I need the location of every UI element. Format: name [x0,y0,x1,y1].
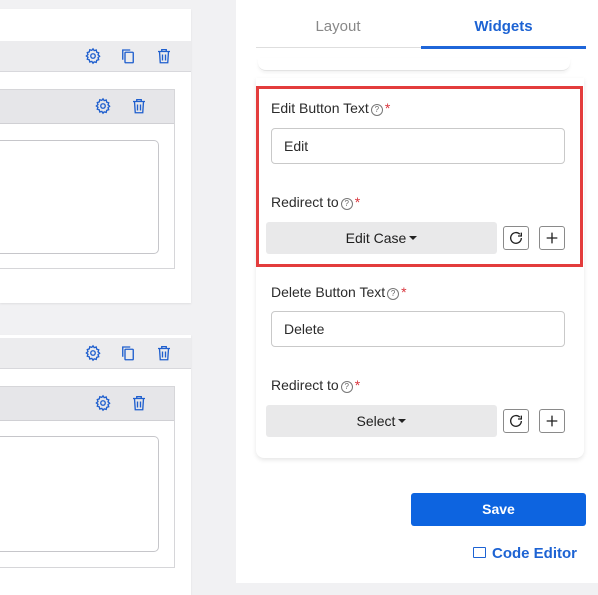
settings-gear-icon[interactable] [94,97,112,115]
collapsed-section [258,58,570,71]
help-icon[interactable]: ? [340,198,353,210]
delete-redirect-label-text: Redirect to [271,377,339,393]
copy-icon[interactable] [119,344,137,362]
properties-panel: Layout Widgets Edit Button Text? * Edit R… [236,0,598,583]
widget-card-header [0,41,191,72]
settings-gear-icon[interactable] [84,47,102,65]
inner-widget[interactable] [0,386,175,568]
panel-divider [220,0,236,583]
delete-trash-icon[interactable] [130,394,148,412]
settings-gear-icon[interactable] [94,394,112,412]
edit-redirect-label-text: Redirect to [271,194,339,210]
plus-icon [546,232,558,244]
refresh-button[interactable] [503,409,529,433]
inner-widget-header [0,387,174,421]
help-icon[interactable]: ? [340,381,353,393]
delete-button-text-input[interactable]: Delete [271,311,565,347]
code-editor-link[interactable]: Code Editor [473,545,577,562]
help-icon[interactable]: ? [370,104,383,116]
required-mark: * [401,284,407,300]
widget-card-header [0,338,191,369]
terminal-icon [473,547,486,558]
settings-gear-icon[interactable] [84,344,102,362]
edit-redirect-label: Redirect to? * [271,194,360,211]
tab-widgets[interactable]: Widgets [421,18,586,48]
code-editor-label: Code Editor [492,545,577,562]
edit-redirect-selected: Edit Case [345,230,407,246]
delete-redirect-dropdown[interactable]: Select [266,405,497,437]
copy-icon[interactable] [119,47,137,65]
textarea-widget[interactable] [0,140,159,254]
delete-button-text-label-text: Delete Button Text [271,284,386,300]
refresh-button[interactable] [503,226,529,250]
save-button[interactable]: Save [411,493,586,526]
inner-widget[interactable] [0,89,175,269]
delete-trash-icon[interactable] [155,47,173,65]
widget-card-1[interactable] [0,9,191,303]
help-icon[interactable]: ? [387,288,400,300]
widget-card-2[interactable] [0,335,191,595]
add-button[interactable] [539,409,565,433]
delete-button-text-label: Delete Button Text? * [271,284,407,301]
required-mark: * [354,194,361,210]
required-mark: * [354,377,361,393]
textarea-widget[interactable] [0,436,159,552]
caret-down-icon [398,419,407,423]
delete-redirect-selected: Select [356,413,396,429]
required-mark: * [384,100,391,116]
refresh-icon [510,231,522,244]
refresh-icon [510,414,522,427]
edit-button-text-label: Edit Button Text? * [271,100,390,117]
delete-trash-icon[interactable] [130,97,148,115]
edit-button-text-input[interactable]: Edit [271,128,565,164]
inner-widget-header [0,90,174,124]
active-tab-indicator [421,46,586,49]
delete-redirect-label: Redirect to? * [271,377,360,394]
tab-layout[interactable]: Layout [256,18,420,48]
delete-trash-icon[interactable] [155,344,173,362]
add-button[interactable] [539,226,565,250]
edit-redirect-dropdown[interactable]: Edit Case [266,222,497,254]
edit-button-text-label-text: Edit Button Text [271,100,369,116]
caret-down-icon [409,236,418,240]
canvas-area [0,9,220,595]
plus-icon [546,415,558,427]
